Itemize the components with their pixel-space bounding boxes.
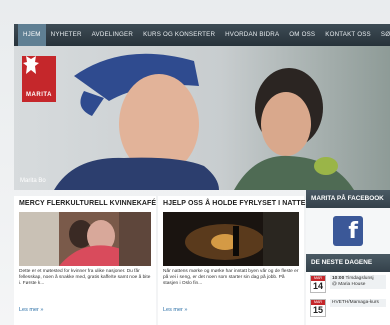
article-title[interactable]: MERCY FLERKULTURELL KVINNEKAFÉ [19, 200, 156, 207]
read-more-link[interactable]: Les mer » [19, 307, 43, 313]
nav-item-kontakt-oss[interactable]: KONTAKT OSS [320, 24, 376, 46]
article-image [163, 212, 299, 266]
hero-caption: Marita Bo [20, 178, 46, 184]
page: HJEM NYHETER AVDELINGER KURS OG KONSERTE… [0, 0, 390, 325]
upcoming-heading: DE NESTE DAGENE [306, 254, 390, 272]
article-title[interactable]: HJELP OSS Å HOLDE FYRLYSET I NATTEN TENT [163, 200, 331, 207]
marita-logo: MARITA [22, 56, 56, 102]
nav-item-hvordan-bidra[interactable]: HVORDAN BIDRA [220, 24, 284, 46]
article-thumbnail[interactable] [19, 212, 151, 266]
event-info: HVETH/Mamaga-kurs [330, 299, 386, 307]
facebook-heading: MARITA PÅ FACEBOOK [306, 190, 390, 208]
facebook-icon[interactable]: f [333, 216, 363, 246]
article-image [19, 212, 151, 266]
hero-banner[interactable]: MARITA Marita Bo [14, 46, 390, 190]
nav-item-om-oss[interactable]: OM OSS [284, 24, 320, 46]
date-day: 14 [312, 281, 323, 291]
logo-text: MARITA [26, 92, 52, 98]
article-excerpt: Når nattens mørke og mørke har inntatt b… [163, 269, 299, 287]
nav-item-avdelinger[interactable]: AVDELINGER [87, 24, 138, 46]
date-badge: MAR 15 [310, 299, 326, 317]
nav-item-nyheter[interactable]: NYHETER [46, 24, 87, 46]
article-thumbnail[interactable] [163, 212, 299, 266]
nav-item-sok[interactable]: SØK [376, 24, 390, 46]
article-excerpt: Dette er et møtested for kvinner fra uli… [19, 269, 151, 287]
hero-photo [14, 46, 390, 190]
event-item[interactable]: MAR 14 10:00 Tirsdagslunsj @ Maria House [306, 272, 390, 296]
bird-logo-icon [23, 56, 39, 74]
event-info: 10:00 Tirsdagslunsj @ Maria House [330, 275, 386, 289]
event-label: Tirsdagslunsj [345, 276, 374, 281]
article-card: MERCY FLERKULTURELL KVINNEKAFÉ Dette er … [14, 196, 156, 325]
event-item[interactable]: MAR 15 HVETH/Mamaga-kurs [306, 296, 390, 320]
nav-item-kurs-og-konserter[interactable]: KURS OG KONSERTER [138, 24, 220, 46]
event-time: 10:00 [332, 276, 345, 281]
sidebar: MARITA PÅ FACEBOOK f DE NESTE DAGENE MAR… [306, 190, 390, 325]
event-label: HVETH/Mamaga-kurs [332, 300, 379, 305]
date-day: 15 [312, 305, 323, 315]
read-more-link[interactable]: Les mer » [163, 307, 187, 313]
main-nav: HJEM NYHETER AVDELINGER KURS OG KONSERTE… [14, 24, 390, 46]
article-card: HJELP OSS Å HOLDE FYRLYSET I NATTEN TENT… [158, 196, 331, 325]
facebook-widget[interactable]: f [306, 208, 390, 254]
date-badge: MAR 14 [310, 275, 326, 293]
event-place: @ Maria House [332, 282, 366, 287]
nav-item-hjem[interactable]: HJEM [18, 24, 46, 46]
